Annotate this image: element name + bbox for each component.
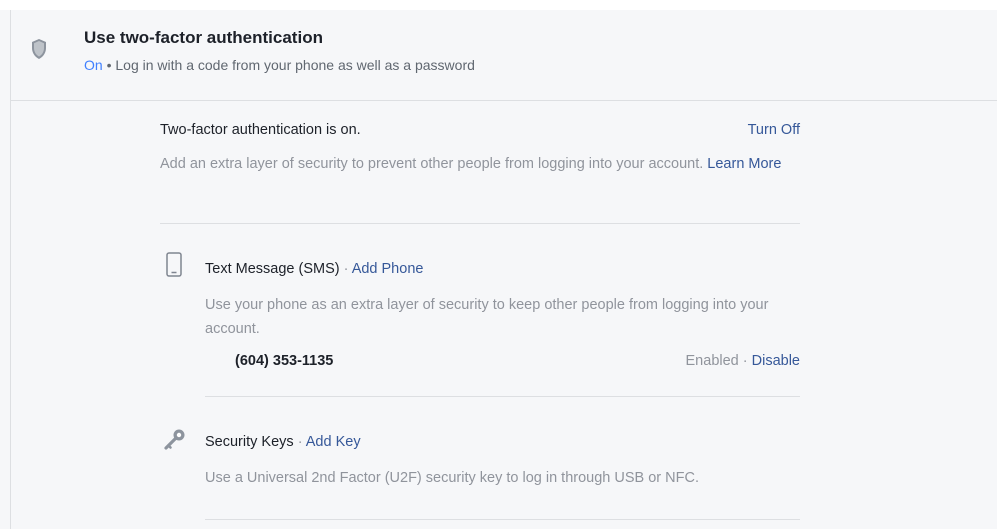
summary-description: Add an extra layer of security to preven…	[160, 152, 790, 176]
divider	[205, 519, 800, 520]
phone-separator: ·	[742, 353, 748, 369]
phone-number: (604) 353-1135	[235, 353, 334, 369]
status-line: Two-factor authentication is on. Turn Of…	[160, 122, 800, 138]
security-key-icon	[163, 428, 187, 457]
subtitle-text: Log in with a code from your phone as we…	[115, 57, 475, 73]
security-keys-separator: ·	[297, 434, 303, 450]
divider	[205, 396, 800, 397]
status-on-label: On	[84, 57, 103, 73]
sms-separator: ·	[343, 261, 349, 277]
phone-enabled-label: Enabled	[685, 353, 739, 369]
sms-method-title: Text Message (SMS) · Add Phone	[205, 261, 423, 277]
disable-phone-link[interactable]: Disable	[752, 353, 800, 369]
sms-description: Use your phone as an extra layer of secu…	[205, 297, 769, 337]
top-strip	[0, 0, 997, 10]
security-keys-title: Security Keys	[205, 434, 294, 450]
learn-more-link[interactable]: Learn More	[707, 156, 781, 172]
shield-icon	[31, 38, 47, 60]
divider	[160, 223, 800, 224]
section-title: Use two-factor authentication	[84, 28, 323, 47]
two-factor-settings-panel: Use two-factor authentication On • Log i…	[10, 10, 997, 529]
add-phone-link[interactable]: Add Phone	[352, 261, 424, 277]
phone-status: Enabled · Disable	[686, 353, 800, 369]
add-key-link[interactable]: Add Key	[306, 434, 361, 450]
subtitle-separator: •	[106, 57, 112, 73]
sms-title: Text Message (SMS)	[205, 261, 340, 277]
status-text: Two-factor authentication is on.	[160, 122, 361, 138]
security-keys-description: Use a Universal 2nd Factor (U2F) securit…	[205, 470, 699, 486]
section-subtitle: On • Log in with a code from your phone …	[84, 57, 475, 73]
summary-description-text: Add an extra layer of security to preven…	[160, 156, 704, 172]
security-keys-method-title: Security Keys · Add Key	[205, 434, 361, 450]
mobile-phone-icon	[166, 252, 182, 282]
two-factor-header[interactable]: Use two-factor authentication On • Log i…	[11, 10, 997, 101]
turn-off-link[interactable]: Turn Off	[748, 122, 800, 138]
